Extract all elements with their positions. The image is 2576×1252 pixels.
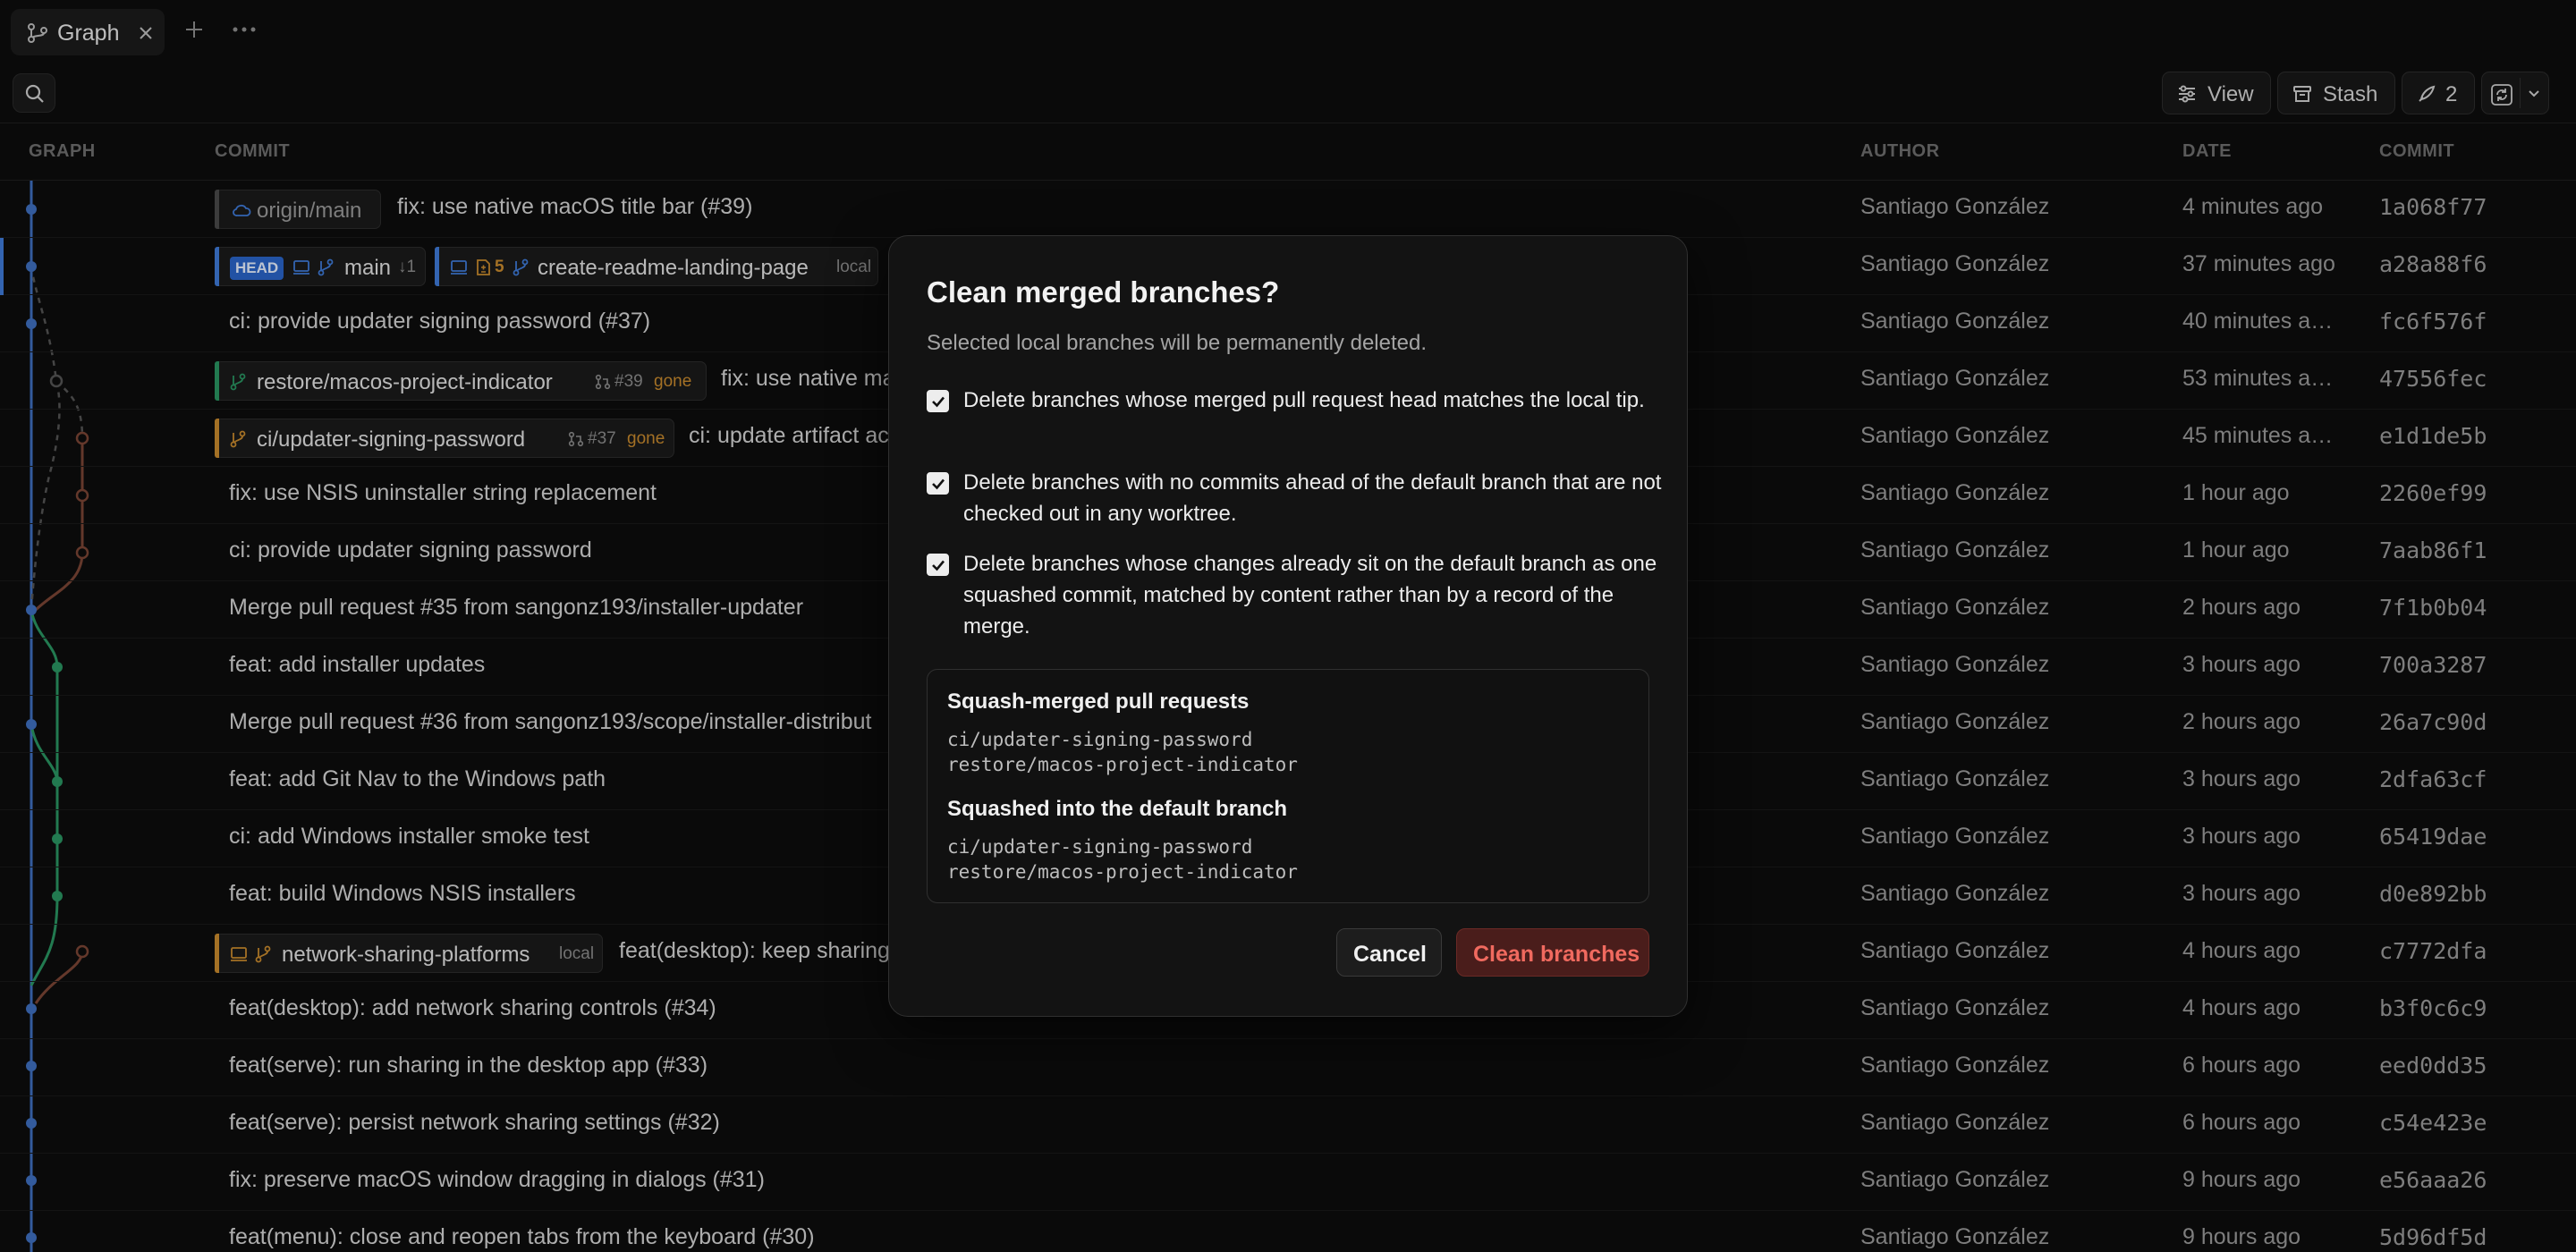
clean-branches-button[interactable]: Clean branches xyxy=(1456,928,1649,977)
check-icon xyxy=(932,560,945,571)
clean-branches-dialog: Clean merged branches? Selected local br… xyxy=(888,235,1688,1017)
option-no-commits-ahead[interactable]: Delete branches with no commits ahead of… xyxy=(927,467,1661,531)
section-heading: Squashed into the default branch xyxy=(947,797,1288,821)
section-heading: Squash-merged pull requests xyxy=(947,689,1250,714)
dialog-title: Clean merged branches? xyxy=(927,275,1280,309)
branch-name: restore/macos-project-indicator xyxy=(947,754,1298,775)
branch-name: ci/updater-signing-password xyxy=(947,729,1253,750)
branch-name: restore/macos-project-indicator xyxy=(947,861,1298,883)
option-squashed-content[interactable]: Delete branches whose changes already si… xyxy=(927,548,1660,643)
clean-label: Clean branches xyxy=(1473,942,1640,967)
checkbox[interactable] xyxy=(927,390,949,412)
option-label: Delete branches with no commits ahead of… xyxy=(963,470,1662,526)
affected-branches-summary: Squash-merged pull requests ci/updater-s… xyxy=(927,669,1649,903)
branch-name: ci/updater-signing-password xyxy=(947,836,1253,858)
cancel-button[interactable]: Cancel xyxy=(1336,928,1442,977)
option-label: Delete branches whose changes already si… xyxy=(963,552,1657,639)
cancel-label: Cancel xyxy=(1353,942,1427,967)
checkbox[interactable] xyxy=(927,554,949,576)
check-icon xyxy=(932,396,945,408)
option-label: Delete branches whose merged pull reques… xyxy=(963,388,1645,412)
dialog-subtitle: Selected local branches will be permanen… xyxy=(927,331,1427,355)
checkbox[interactable] xyxy=(927,472,949,495)
option-merged-pr-head[interactable]: Delete branches whose merged pull reques… xyxy=(927,385,1660,449)
check-icon xyxy=(932,478,945,490)
